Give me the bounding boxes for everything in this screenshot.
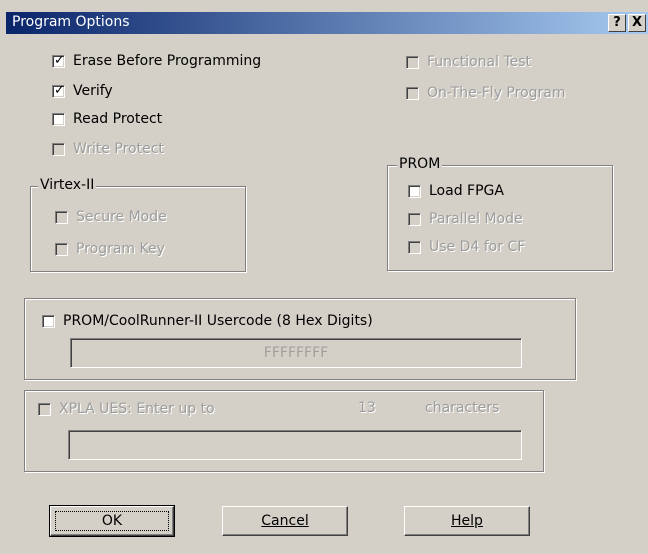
verify-option[interactable]: ✓ Verify [52,80,113,102]
load-fpga-label: Load FPGA [429,183,504,199]
usercode-checkbox[interactable] [42,314,55,328]
ok-focus-rect: OK [55,511,169,531]
read-protect-label: Read Protect [73,111,163,127]
read-protect-checkbox[interactable] [52,112,65,126]
erase-checkbox[interactable]: ✓ [52,52,65,68]
usercode-label: PROM/CoolRunner-II Usercode (8 Hex Digit… [63,313,373,329]
program-key-label: Program Key [76,241,165,257]
verify-checkbox[interactable]: ✓ [52,82,65,98]
program-key-checkbox [55,242,68,256]
program-options-dialog: Program Options ? X ✓ Erase Before Progr… [0,0,648,554]
parallel-mode-checkbox [408,212,421,226]
load-fpga-checkbox[interactable] [408,184,421,198]
help-button-label: Help [451,513,483,529]
ok-button[interactable]: OK [49,505,175,537]
secure-mode-checkbox [55,210,68,224]
use-d4-checkbox [408,240,421,254]
use-d4-option: Use D4 for CF [408,236,525,258]
verify-label: Verify [73,83,113,99]
erase-before-programming-option[interactable]: ✓ Erase Before Programming [52,50,261,72]
parallel-mode-option: Parallel Mode [408,208,523,230]
on-the-fly-checkbox [406,86,419,100]
xpla-checkbox [38,402,51,416]
erase-label: Erase Before Programming [73,53,262,69]
functional-test-option: Functional Test [406,51,531,73]
on-the-fly-label: On-The-Fly Program [427,85,566,101]
usercode-field[interactable]: FFFFFFFF [70,338,522,368]
xpla-characters-label: characters [425,400,500,416]
xpla-ues-field [68,430,522,460]
prom-group-title: PROM [397,156,443,172]
functional-test-label: Functional Test [427,54,532,70]
usercode-option[interactable]: PROM/CoolRunner-II Usercode (8 Hex Digit… [42,310,373,332]
ok-button-label: OK [101,513,123,529]
use-d4-label: Use D4 for CF [429,239,526,255]
on-the-fly-option: On-The-Fly Program [406,82,566,104]
program-key-option: Program Key [55,238,165,260]
write-protect-checkbox [52,142,65,156]
cancel-button[interactable]: Cancel [222,506,348,536]
xpla-char-count: 13 [358,400,376,416]
window-title: Program Options [12,14,130,30]
write-protect-label: Write Protect [73,141,164,157]
xpla-option: XPLA UES: Enter up to [38,398,215,420]
xpla-label: XPLA UES: Enter up to [59,401,215,417]
read-protect-option[interactable]: Read Protect [52,108,162,130]
check-mark-icon: ✓ [54,52,65,68]
functional-test-checkbox [406,55,419,69]
title-bar: Program Options ? X [6,12,648,34]
help-title-button[interactable]: ? [608,14,626,32]
check-mark-icon: ✓ [54,82,65,98]
cancel-button-label: Cancel [261,513,309,529]
virtex-group-title: Virtex-II [38,177,97,193]
secure-mode-label: Secure Mode [76,209,167,225]
parallel-mode-label: Parallel Mode [429,211,523,227]
write-protect-option: Write Protect [52,138,164,160]
load-fpga-option[interactable]: Load FPGA [408,180,504,202]
secure-mode-option: Secure Mode [55,206,167,228]
close-button[interactable]: X [628,14,646,32]
help-button[interactable]: Help [404,506,530,536]
